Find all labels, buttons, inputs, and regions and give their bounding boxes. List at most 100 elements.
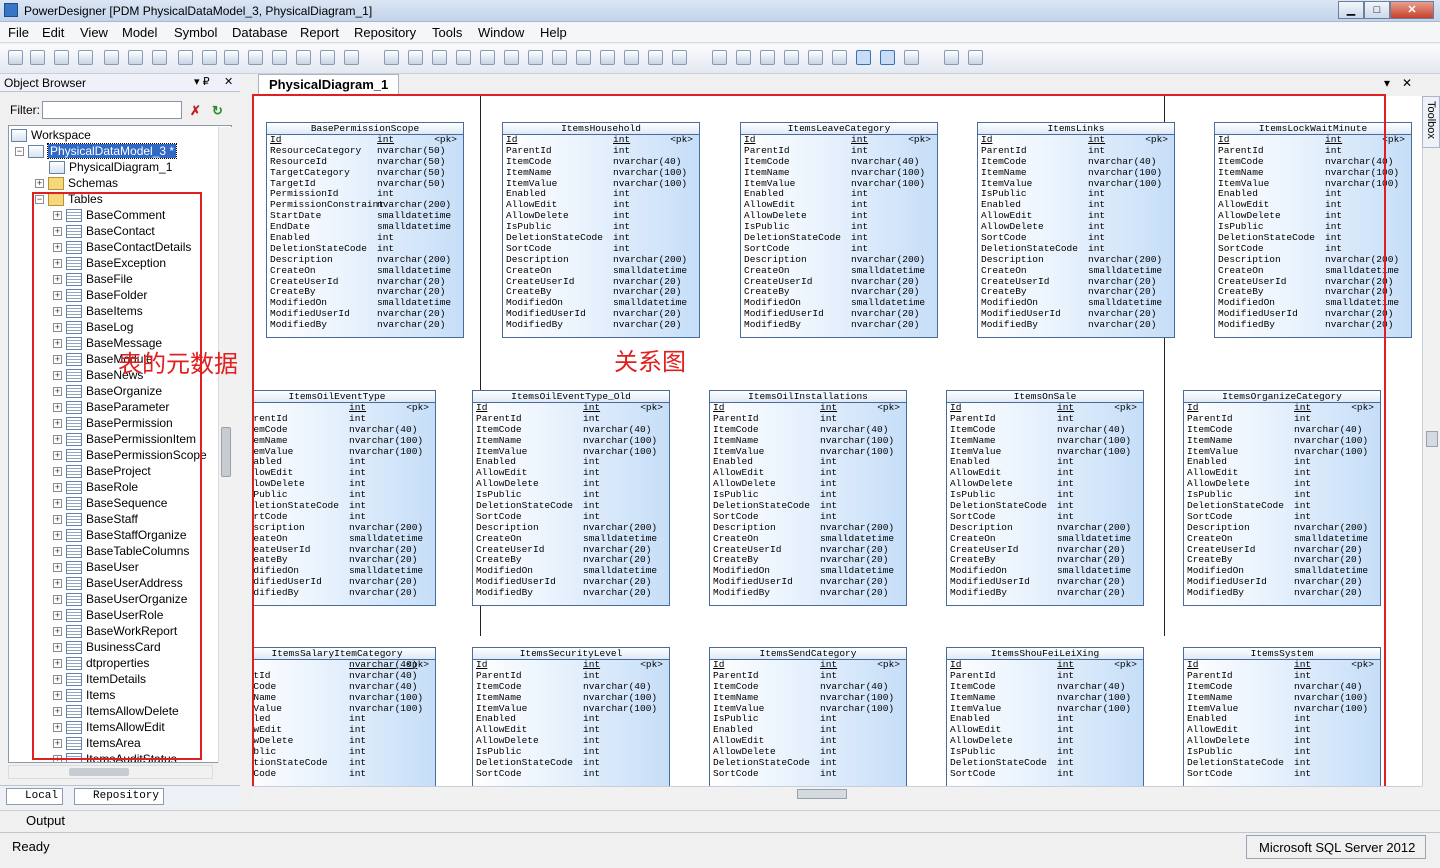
tree-vertical-scrollbar[interactable] <box>218 127 232 763</box>
open-icon[interactable] <box>54 50 69 65</box>
dbms-indicator: Microsoft SQL Server 2012 <box>1246 835 1426 859</box>
tab-repository[interactable]: Repository <box>74 788 165 805</box>
menu-help[interactable]: Help <box>540 25 567 40</box>
printer-icon[interactable] <box>968 50 983 65</box>
line-style-icon[interactable] <box>624 50 639 65</box>
scroll-thumb[interactable] <box>1426 431 1438 447</box>
tree-diagram[interactable]: PhysicalDiagram_1 <box>49 159 172 175</box>
symbol-icon[interactable] <box>480 50 495 65</box>
redo-icon[interactable] <box>296 50 311 65</box>
menu-database[interactable]: Database <box>232 25 288 40</box>
minimize-button[interactable]: ▁ <box>1338 1 1364 19</box>
diagram-tabbar: PhysicalDiagram_1 ▾ ✕ <box>244 74 1420 94</box>
package-icon[interactable] <box>408 50 423 65</box>
same-size-icon[interactable] <box>784 50 799 65</box>
copy-icon[interactable] <box>202 50 217 65</box>
model-icon[interactable] <box>384 50 399 65</box>
menu-repository[interactable]: Repository <box>354 25 416 40</box>
workspace-icon <box>11 128 27 142</box>
arrow-left-icon[interactable] <box>648 50 663 65</box>
status-bar: Ready Microsoft SQL Server 2012 <box>0 832 1440 868</box>
filter-label: Filter: <box>10 103 40 117</box>
distribute-icon[interactable] <box>808 50 823 65</box>
save-all-icon[interactable] <box>104 50 119 65</box>
clear-filter-icon[interactable]: ✗ <box>190 103 201 119</box>
menu-model[interactable]: Model <box>122 25 157 40</box>
page-setup-icon[interactable] <box>944 50 959 65</box>
maximize-button[interactable]: □ <box>1364 1 1390 19</box>
new-icon[interactable] <box>8 50 23 65</box>
object-browser-tabs: Local Repository <box>0 785 240 807</box>
align-top-icon[interactable] <box>736 50 751 65</box>
scroll-thumb[interactable] <box>221 427 231 477</box>
menu-edit[interactable]: Edit <box>42 25 64 40</box>
zoom-icon[interactable] <box>856 50 871 65</box>
model-icon <box>28 144 44 158</box>
print-icon[interactable] <box>152 50 167 65</box>
pin-icon[interactable]: ▾ ₽ <box>194 75 210 88</box>
group-icon[interactable] <box>528 50 543 65</box>
comment-icon[interactable] <box>880 50 895 65</box>
annotation-right-label: 关系图 <box>614 348 686 376</box>
status-text: Ready <box>12 839 50 854</box>
object-browser-title: Object Browser <box>4 76 87 90</box>
menu-report[interactable]: Report <box>300 25 339 40</box>
font-icon[interactable] <box>600 50 615 65</box>
apply-filter-icon[interactable]: ↻ <box>212 103 223 119</box>
refresh-icon[interactable] <box>456 50 471 65</box>
output-panel-tab[interactable]: Output <box>0 810 1440 830</box>
pen-icon[interactable] <box>552 50 567 65</box>
new-project-icon[interactable] <box>30 50 45 65</box>
print-preview-icon[interactable] <box>128 50 143 65</box>
check-model-icon[interactable] <box>432 50 447 65</box>
tree-horizontal-scrollbar[interactable] <box>8 765 213 779</box>
title-bar: PowerDesigner [PDM PhysicalDataModel_3, … <box>0 0 1440 22</box>
diagram-vertical-scrollbar[interactable] <box>1422 96 1440 786</box>
menu-tools[interactable]: Tools <box>432 25 462 40</box>
delete-icon[interactable] <box>248 50 263 65</box>
output-label: Output <box>26 813 66 828</box>
menu-window[interactable]: Window <box>478 25 524 40</box>
tab-physical-diagram[interactable]: PhysicalDiagram_1 <box>258 74 400 94</box>
tab-close-icon[interactable]: ✕ <box>1402 76 1412 90</box>
diagram-horizontal-scrollbar[interactable] <box>252 786 1422 800</box>
diagram-icon <box>49 160 65 174</box>
align-bottom-icon[interactable] <box>760 50 775 65</box>
menu-view[interactable]: View <box>80 25 108 40</box>
scroll-thumb[interactable] <box>69 768 129 776</box>
toolbox-tab[interactable]: Toolbox <box>1422 96 1440 148</box>
menu-bar: File Edit View Model Symbol Database Rep… <box>0 22 1440 43</box>
tab-menu-icon[interactable]: ▾ <box>1384 76 1390 90</box>
filter-input[interactable] <box>42 101 182 119</box>
paste-icon[interactable] <box>224 50 239 65</box>
tree-model[interactable]: − PhysicalDataModel_3 * <box>15 143 178 159</box>
window-controls: ▁ □ ✕ <box>1338 1 1434 19</box>
annotation-left-label: 表的元数据 <box>118 350 238 378</box>
main-toolbar <box>0 44 1440 74</box>
collapse-icon[interactable]: − <box>15 146 24 156</box>
cut-icon[interactable] <box>178 50 193 65</box>
menu-file[interactable]: File <box>8 25 29 40</box>
menu-symbol[interactable]: Symbol <box>174 25 217 40</box>
window-title: PowerDesigner [PDM PhysicalDataModel_3, … <box>24 4 373 18</box>
tree-schemas[interactable]: + Schemas <box>35 175 118 191</box>
scroll-thumb[interactable] <box>797 789 847 799</box>
properties-icon[interactable] <box>344 50 359 65</box>
toolbox-label: Toolbox <box>1425 101 1437 139</box>
shadow-icon[interactable] <box>504 50 519 65</box>
undo-icon[interactable] <box>272 50 287 65</box>
tree-workspace[interactable]: Workspace <box>11 127 91 143</box>
object-browser-header: Object Browser ▾ ₽ ✕ <box>0 74 240 92</box>
tab-local[interactable]: Local <box>6 788 64 805</box>
arrow-right-icon[interactable] <box>672 50 687 65</box>
close-button[interactable]: ✕ <box>1390 1 1434 19</box>
save-icon[interactable] <box>78 50 93 65</box>
expand-icon[interactable]: + <box>35 178 44 188</box>
panel-close-icon[interactable]: ✕ <box>224 75 233 88</box>
grid-icon[interactable] <box>832 50 847 65</box>
annotation-box-right <box>252 94 1386 794</box>
find-icon[interactable] <box>320 50 335 65</box>
list-icon[interactable] <box>904 50 919 65</box>
fill-icon[interactable] <box>576 50 591 65</box>
align-icon[interactable] <box>712 50 727 65</box>
